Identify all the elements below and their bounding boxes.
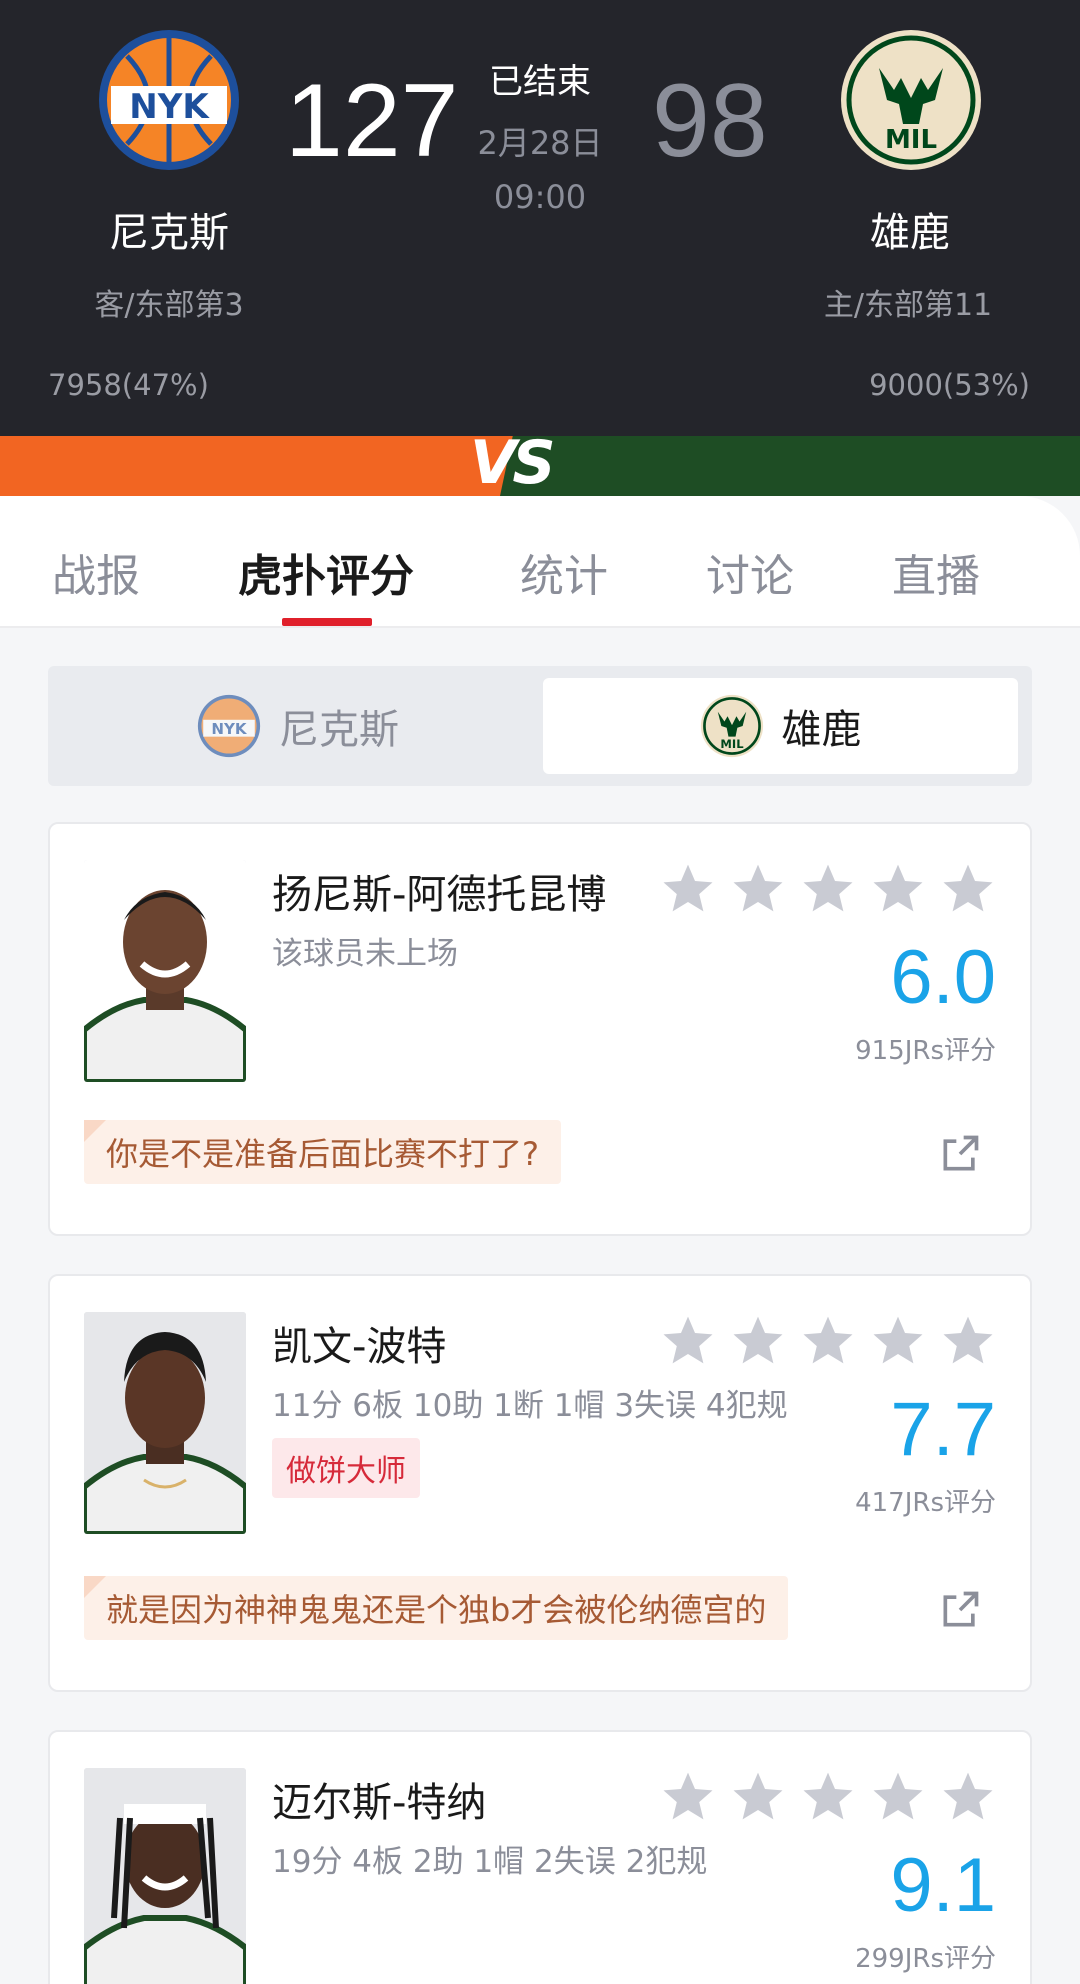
player-rating: 9.1: [890, 1843, 996, 1928]
player-title-badge: 做饼大师: [272, 1438, 420, 1498]
player-photo[interactable]: [84, 860, 246, 1082]
star-icon[interactable]: [940, 1312, 996, 1368]
player-avatar-icon: [84, 860, 246, 1082]
home-team-rank: 主/东部第11: [823, 288, 993, 323]
player-rating: 7.7: [890, 1387, 996, 1472]
away-team-rank: 客/东部第3: [94, 288, 244, 323]
rating-stars[interactable]: [660, 1312, 996, 1368]
top-comment[interactable]: 就是因为神神鬼鬼还是个独b才会被伦纳德宫的: [84, 1576, 789, 1640]
star-icon[interactable]: [800, 1312, 856, 1368]
player-stats: 该球员未上场: [272, 936, 458, 972]
home-support-bar: [500, 436, 1080, 496]
game-header: NYK 尼克斯 客/东部第3 127 已结束 2月28日 09:00 98 MI…: [0, 0, 1080, 436]
away-support-bar: [0, 436, 520, 496]
bucks-logo-icon[interactable]: MIL: [839, 28, 983, 172]
svg-text:NYK: NYK: [211, 720, 248, 738]
player-card[interactable]: 迈尔斯-特纳 19分 4板 2助 1帽 2失误 2犯规 9.1 299JRs评分: [48, 1730, 1032, 1984]
star-icon[interactable]: [660, 1768, 716, 1824]
home-team-name: 雄鹿: [870, 210, 950, 256]
toggle-knicks-label: 尼克斯: [279, 707, 399, 753]
knicks-logo-icon: NYK: [197, 694, 261, 758]
game-time: 09:00: [493, 178, 587, 216]
player-rating: 6.0: [890, 935, 996, 1020]
rating-count: 299JRs评分: [855, 1944, 996, 1974]
player-name[interactable]: 扬尼斯-阿德托昆博: [272, 862, 606, 920]
rating-stars[interactable]: [660, 1768, 996, 1824]
rating-count: 417JRs评分: [855, 1488, 996, 1518]
player-card[interactable]: 扬尼斯-阿德托昆博 该球员未上场 6.0 915JRs评分 你是不是准备后面比赛…: [48, 822, 1032, 1236]
star-icon[interactable]: [870, 1312, 926, 1368]
share-icon[interactable]: [938, 1588, 982, 1632]
toggle-bucks[interactable]: MIL 雄鹿: [543, 678, 1018, 774]
away-team-name: 尼克斯: [109, 210, 229, 256]
star-icon[interactable]: [660, 860, 716, 916]
svg-text:MIL: MIL: [885, 125, 937, 155]
player-card[interactable]: 凯文-波特 11分 6板 10助 1断 1帽 3失误 4犯规 做饼大师 7.7 …: [48, 1274, 1032, 1692]
toggle-bucks-label: 雄鹿: [781, 707, 862, 753]
star-icon[interactable]: [870, 860, 926, 916]
star-icon[interactable]: [800, 1768, 856, 1824]
star-icon[interactable]: [940, 1768, 996, 1824]
game-date: 2月28日: [477, 124, 603, 162]
player-avatar-icon: [84, 1312, 246, 1534]
home-score: 98: [652, 63, 768, 179]
away-support-count[interactable]: 7958(47%): [48, 368, 209, 402]
away-score: 127: [285, 63, 459, 179]
star-icon[interactable]: [730, 1312, 786, 1368]
top-comment[interactable]: 你是不是准备后面比赛不打了?: [84, 1120, 561, 1184]
svg-text:NYK: NYK: [129, 87, 210, 127]
player-photo[interactable]: [84, 1768, 246, 1984]
game-status: 已结束: [489, 62, 591, 102]
star-icon[interactable]: [660, 1312, 716, 1368]
player-photo[interactable]: [84, 1312, 246, 1534]
star-icon[interactable]: [730, 860, 786, 916]
active-tab-indicator: [282, 618, 372, 626]
player-stats: 19分 4板 2助 1帽 2失误 2犯规: [272, 1844, 708, 1880]
tab-hupu-rating[interactable]: 虎扑评分: [238, 540, 414, 604]
star-icon[interactable]: [940, 860, 996, 916]
rating-stars[interactable]: [660, 860, 996, 916]
player-name[interactable]: 迈尔斯-特纳: [272, 1770, 486, 1828]
tab-discussion[interactable]: 讨论: [706, 540, 794, 604]
knicks-logo-icon[interactable]: NYK: [97, 28, 241, 172]
tab-live[interactable]: 直播: [892, 540, 980, 604]
tab-stats[interactable]: 统计: [520, 540, 608, 604]
star-icon[interactable]: [870, 1768, 926, 1824]
player-avatar-icon: [84, 1768, 246, 1984]
svg-text:MIL: MIL: [720, 737, 744, 751]
player-stats: 11分 6板 10助 1断 1帽 3失误 4犯规: [272, 1388, 788, 1424]
toggle-knicks[interactable]: NYK 尼克斯: [60, 678, 536, 774]
star-icon[interactable]: [800, 860, 856, 916]
home-support-count[interactable]: 9000(53%): [869, 368, 1030, 402]
player-name[interactable]: 凯文-波特: [272, 1314, 446, 1372]
bucks-logo-icon: MIL: [700, 694, 763, 758]
rating-count: 915JRs评分: [855, 1036, 996, 1066]
vs-label: VS: [470, 428, 556, 498]
tab-report[interactable]: 战报: [52, 540, 140, 604]
share-icon[interactable]: [938, 1132, 982, 1176]
star-icon[interactable]: [730, 1768, 786, 1824]
